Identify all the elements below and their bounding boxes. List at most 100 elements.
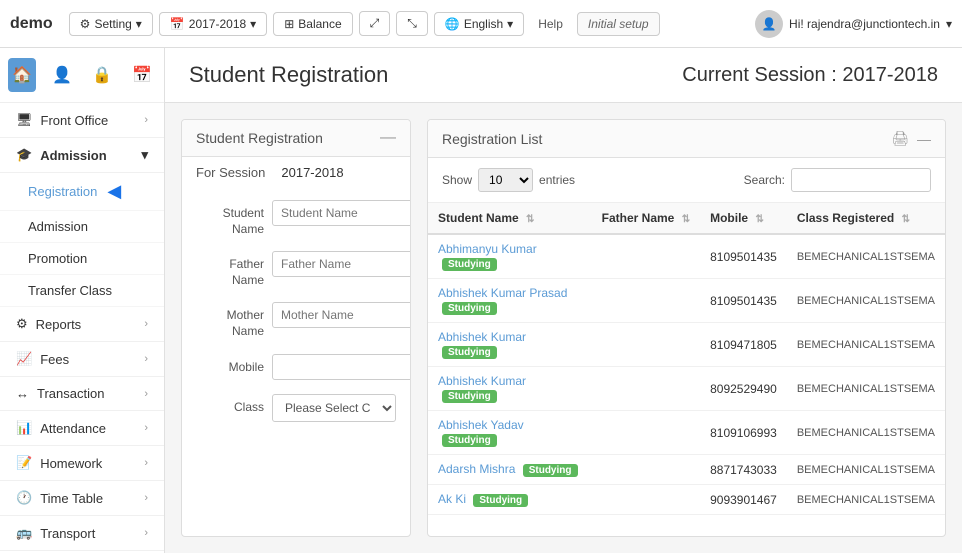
col-father-name[interactable]: Father Name ⇅ bbox=[592, 203, 700, 234]
sidebar-item-admission-sub[interactable]: Admission bbox=[0, 211, 164, 243]
sort-icon-student: ⇅ bbox=[526, 214, 534, 225]
student-name-link[interactable]: Abhishek Kumar Prasad bbox=[438, 286, 567, 300]
sidebar-item-reports[interactable]: ⚙ Reports › bbox=[0, 307, 164, 342]
balance-icon: ⊞ bbox=[284, 17, 294, 31]
sidebar-label-admission: Admission bbox=[40, 148, 106, 163]
student-name-input[interactable] bbox=[272, 200, 411, 226]
col-mobile[interactable]: Mobile ⇅ bbox=[700, 203, 787, 234]
mother-name-input[interactable] bbox=[272, 302, 411, 328]
sidebar-icon-bar: 🏠 👤 🔒 📅 bbox=[0, 48, 164, 103]
chevron-right-icon-reports: › bbox=[144, 318, 148, 330]
table-header: Student Name ⇅ Father Name ⇅ Mobile ⇅ bbox=[428, 203, 945, 234]
gear-icon: ⚙ bbox=[80, 17, 91, 31]
sidebar-icon-lock[interactable]: 🔒 bbox=[88, 58, 116, 92]
sidebar-icon-person[interactable]: 👤 bbox=[48, 58, 76, 92]
cell-father-name bbox=[592, 411, 700, 455]
col-class-registered[interactable]: Class Registered ⇅ bbox=[787, 203, 945, 234]
sidebar-item-fees[interactable]: 📈 Fees › bbox=[0, 342, 164, 377]
sidebar-label-attendance: Attendance bbox=[40, 421, 106, 436]
topbar: demo ⚙ Setting ▾ 📅 2017-2018 ▾ ⊞ Balance… bbox=[0, 0, 962, 48]
sidebar-item-front-office[interactable]: 🖥 Front Office › bbox=[0, 103, 164, 138]
print-icon[interactable]: 🖨 bbox=[891, 130, 909, 147]
student-name-link[interactable]: Abhimanyu Kumar bbox=[438, 242, 537, 256]
sort-icon-father: ⇅ bbox=[682, 214, 690, 225]
col-student-name[interactable]: Student Name ⇅ bbox=[428, 203, 592, 234]
chevron-down-icon: ▾ bbox=[136, 17, 142, 31]
status-badge: Studying bbox=[442, 258, 497, 271]
sidebar-label-homework: Homework bbox=[40, 456, 102, 471]
table-row: Ak Ki Studying 9093901467 BEMECHANICAL1S… bbox=[428, 485, 945, 515]
list-panel: Registration List 🖨 — Show 10 25 50 100 bbox=[427, 119, 946, 537]
list-minimize-button[interactable]: — bbox=[917, 131, 931, 147]
cell-father-name bbox=[592, 279, 700, 323]
father-name-label: FatherName bbox=[196, 251, 264, 288]
table-body: Abhimanyu Kumar Studying 8109501435 BEME… bbox=[428, 234, 945, 515]
student-name-link[interactable]: Abhishek Yadav bbox=[438, 418, 524, 432]
cell-father-name bbox=[592, 367, 700, 411]
class-select[interactable]: Please Select Cl... bbox=[272, 394, 396, 422]
user-menu[interactable]: 👤 Hi! rajendra@junctiontech.in ▾ bbox=[755, 10, 952, 38]
homework-icon: 📝 bbox=[16, 455, 32, 471]
chevron-down-icon-lang: ▾ bbox=[507, 17, 513, 31]
cell-mobile: 8109471805 bbox=[700, 323, 787, 367]
show-select[interactable]: 10 25 50 100 bbox=[478, 168, 533, 192]
help-link[interactable]: Help bbox=[530, 13, 571, 35]
calendar-small-icon: 📅 bbox=[170, 17, 185, 31]
table-row: Abhishek Kumar Prasad Studying 810950143… bbox=[428, 279, 945, 323]
father-name-input[interactable] bbox=[272, 251, 411, 277]
form-minimize-button[interactable]: — bbox=[380, 130, 396, 146]
student-name-link[interactable]: Abhishek Kumar bbox=[438, 374, 526, 388]
table-wrap: Student Name ⇅ Father Name ⇅ Mobile ⇅ bbox=[428, 203, 945, 536]
balance-button[interactable]: ⊞ Balance bbox=[273, 12, 352, 36]
cell-student-name: Abhimanyu Kumar Studying bbox=[428, 234, 592, 279]
main-content: Student Registration Current Session : 2… bbox=[165, 48, 962, 553]
expand-button[interactable]: ⤢ bbox=[359, 11, 391, 36]
sidebar-label-transport: Transport bbox=[40, 526, 95, 541]
student-name-link[interactable]: Ak Ki bbox=[438, 492, 466, 506]
sidebar-icon-calendar[interactable]: 📅 bbox=[128, 58, 156, 92]
page-title: Student Registration bbox=[189, 62, 388, 88]
sidebar-item-promotion[interactable]: Promotion bbox=[0, 243, 164, 275]
status-badge: Studying bbox=[442, 346, 497, 359]
sort-icon-class: ⇅ bbox=[902, 214, 910, 225]
shrink-button[interactable]: ⤡ bbox=[396, 11, 428, 36]
form-body: StudentName FatherName MotherName Mobile bbox=[182, 186, 410, 450]
sidebar-item-transport[interactable]: 🚌 Transport › bbox=[0, 516, 164, 551]
sidebar-item-registration[interactable]: Registration ◀ bbox=[0, 173, 164, 211]
list-panel-actions: 🖨 — bbox=[891, 130, 931, 147]
initial-setup-button[interactable]: Initial setup bbox=[577, 12, 660, 36]
entries-label: entries bbox=[539, 173, 575, 187]
sidebar-icon-home[interactable]: 🏠 bbox=[8, 58, 36, 92]
language-button[interactable]: 🌐 English ▾ bbox=[434, 12, 524, 36]
class-label: Class bbox=[196, 394, 264, 416]
app-logo: demo bbox=[10, 15, 53, 33]
sidebar-item-transfer-class[interactable]: Transfer Class bbox=[0, 275, 164, 307]
for-session-value: 2017-2018 bbox=[281, 165, 343, 180]
sidebar-item-attendance[interactable]: 📊 Attendance › bbox=[0, 411, 164, 446]
session-button[interactable]: 📅 2017-2018 ▾ bbox=[159, 12, 267, 36]
sidebar-item-transaction[interactable]: ↔ Transaction › bbox=[0, 377, 164, 411]
sidebar-item-homework[interactable]: 📝 Homework › bbox=[0, 446, 164, 481]
page-header: Student Registration Current Session : 2… bbox=[165, 48, 962, 103]
show-entries: Show 10 25 50 100 entries bbox=[442, 168, 575, 192]
chevron-right-icon-attendance: › bbox=[144, 422, 148, 434]
setting-button[interactable]: ⚙ Setting ▾ bbox=[69, 12, 153, 36]
transport-icon: 🚌 bbox=[16, 525, 32, 541]
search-input[interactable] bbox=[791, 168, 931, 192]
status-badge: Studying bbox=[442, 390, 497, 403]
cell-mobile: 8109501435 bbox=[700, 234, 787, 279]
sidebar-item-admission[interactable]: 🎓 Admission ▾ bbox=[0, 138, 164, 173]
cell-mobile: 8871743033 bbox=[700, 455, 787, 485]
cell-student-name: Ak Ki Studying bbox=[428, 485, 592, 515]
sidebar-label-timetable: Time Table bbox=[40, 491, 103, 506]
cell-class: BEMECHANICAL1STSEMA bbox=[787, 323, 945, 367]
mobile-input[interactable] bbox=[272, 354, 411, 380]
chevron-down-icon-session: ▾ bbox=[250, 17, 256, 31]
timetable-icon: 🕐 bbox=[16, 490, 32, 506]
student-name-link[interactable]: Adarsh Mishra bbox=[438, 462, 515, 476]
student-name-link[interactable]: Abhishek Kumar bbox=[438, 330, 526, 344]
class-row: Class Please Select Cl... bbox=[196, 394, 396, 422]
list-panel-title: Registration List bbox=[442, 131, 542, 147]
chevron-right-icon: › bbox=[144, 114, 148, 126]
sidebar-item-timetable[interactable]: 🕐 Time Table › bbox=[0, 481, 164, 516]
